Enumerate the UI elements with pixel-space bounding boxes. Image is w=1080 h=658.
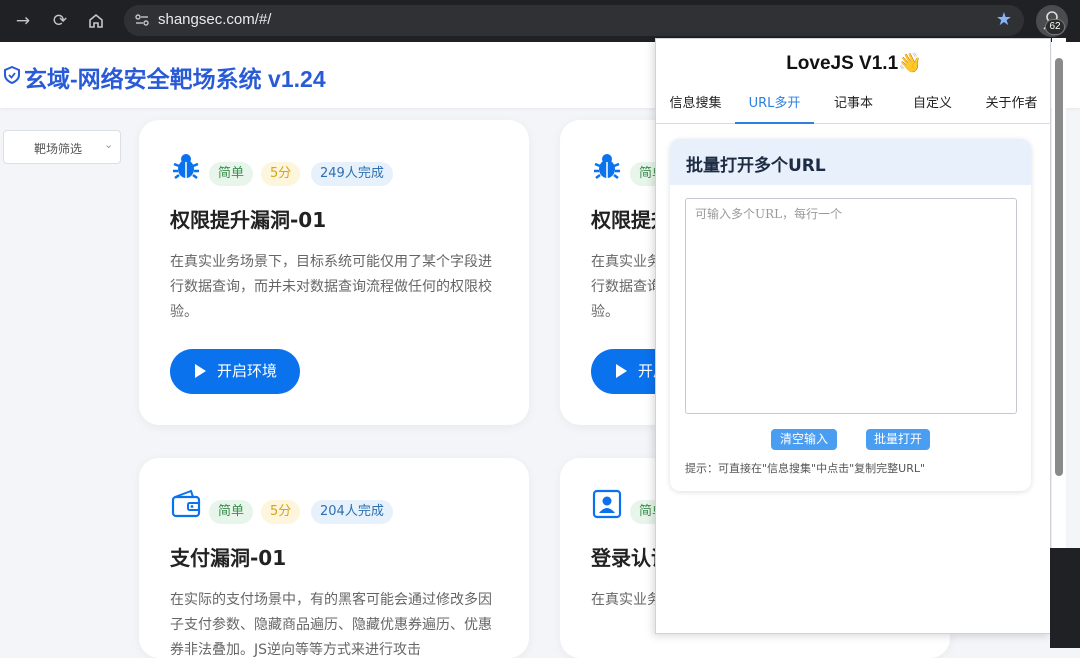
tab-custom[interactable]: 自定义: [893, 85, 972, 124]
challenge-card: 简单 5分 204人完成 支付漏洞-01 在实际的支付场景中，有的黑客可能会通过…: [139, 458, 529, 658]
popup-title: LoveJS V1.1👋: [786, 53, 922, 74]
challenge-card: 简单 5分 249人完成 权限提升漏洞-01 在真实业务场景下，目标系统可能仅用…: [139, 120, 529, 425]
url-list-input[interactable]: [685, 198, 1017, 414]
difficulty-tag: 简单: [209, 162, 254, 186]
id-card-icon: [592, 489, 622, 519]
completed-count-tag: 204人完成: [311, 500, 393, 524]
score-tag: 5分: [261, 500, 301, 524]
button-label: 开启环境: [217, 362, 278, 380]
start-environment-button[interactable]: 开启环境: [170, 349, 300, 394]
bookmark-star-icon[interactable]: ★: [996, 9, 1012, 30]
card-title: 支付漏洞-01: [170, 546, 287, 570]
chevron-down-icon: ⌄: [104, 138, 114, 151]
extension-badge: 62: [1045, 19, 1065, 35]
home-icon[interactable]: [85, 10, 107, 32]
site-info-icon[interactable]: [134, 12, 150, 28]
difficulty-tag: 简单: [209, 500, 254, 524]
site-title: 玄域-网络安全靶场系统 v1.24: [24, 66, 326, 92]
wallet-icon: [171, 489, 201, 518]
hint-text: 提示：可直接在"信息搜集"中点击"复制完整URL": [685, 462, 926, 475]
back-arrow-icon[interactable]: →: [12, 10, 34, 32]
completed-count-tag: 249人完成: [311, 162, 393, 186]
tab-notepad[interactable]: 记事本: [814, 85, 893, 124]
popup-scrollbar-thumb[interactable]: [1055, 58, 1063, 476]
tab-url-multi-open[interactable]: URL多开: [735, 85, 814, 124]
shield-logo-icon: [4, 66, 20, 84]
play-icon: [195, 364, 206, 378]
play-icon: [616, 364, 627, 378]
range-filter-select[interactable]: 靶场筛选 ⌄: [3, 130, 121, 164]
url-multi-open-panel: 批量打开多个URL 清空输入 批量打开 提示：可直接在"信息搜集"中点击"复制完…: [670, 139, 1031, 491]
panel-title: 批量打开多个URL: [686, 156, 826, 176]
bug-icon: [594, 154, 620, 179]
batch-open-button[interactable]: 批量打开: [866, 429, 930, 450]
card-title: 权限提升漏洞-01: [170, 208, 327, 232]
window-edge: [1050, 548, 1080, 648]
browser-toolbar: → ⟳ shangsec.com/#/ ★ 62: [0, 0, 1080, 42]
filter-label: 靶场筛选: [34, 142, 83, 156]
panel-header: 批量打开多个URL: [670, 139, 1031, 185]
url-text[interactable]: shangsec.com/#/: [158, 11, 271, 28]
popup-tabs: 信息搜集 URL多开 记事本 自定义 关于作者: [656, 85, 1050, 124]
tab-about-author[interactable]: 关于作者: [972, 85, 1050, 124]
tab-info-collection[interactable]: 信息搜集: [656, 85, 735, 124]
lovejs-extension-popup: LoveJS V1.1👋 信息搜集 URL多开 记事本 自定义 关于作者 批量打…: [655, 38, 1051, 634]
score-tag: 5分: [261, 162, 301, 186]
card-description: 在真实业务场景下，目标系统可能仅用了某个字段进行数据查询，而并未对数据查询流程做…: [170, 254, 492, 320]
address-bar[interactable]: shangsec.com/#/ ★: [124, 5, 1024, 36]
reload-icon[interactable]: ⟳: [49, 10, 71, 32]
bug-icon: [173, 154, 199, 179]
clear-input-button[interactable]: 清空输入: [771, 429, 837, 450]
